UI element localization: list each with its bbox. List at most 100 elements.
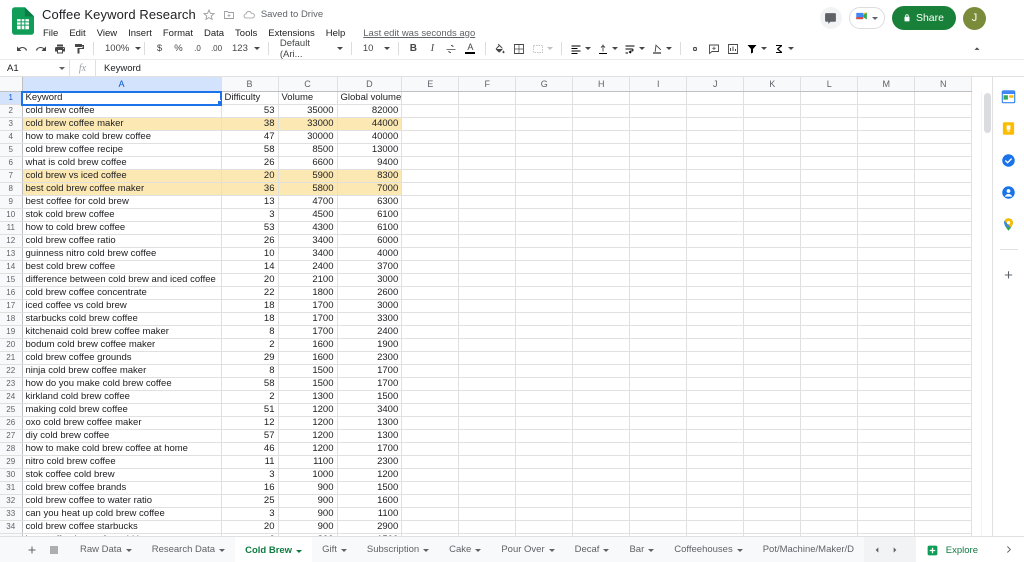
cell-L34[interactable] bbox=[800, 520, 859, 534]
cell-B3[interactable]: 38 bbox=[221, 117, 279, 131]
cell-D5[interactable]: 13000 bbox=[337, 143, 403, 157]
sheet-tab-menu-chevron-down-icon[interactable] bbox=[423, 548, 430, 552]
name-box[interactable]: A1 bbox=[0, 59, 70, 77]
cell-C33[interactable]: 900 bbox=[278, 507, 338, 521]
cell-H18[interactable] bbox=[572, 312, 631, 326]
cell-H23[interactable] bbox=[572, 377, 631, 391]
cell-A17[interactable]: iced coffee vs cold brew bbox=[22, 299, 222, 313]
cell-M33[interactable] bbox=[857, 507, 916, 521]
cell-A13[interactable]: guinness nitro cold brew coffee bbox=[22, 247, 222, 261]
sheet-tab-menu-chevron-down-icon[interactable] bbox=[603, 548, 610, 552]
spreadsheet-grid[interactable]: A B C D E F G H I J K L M N 1 Keyword Di… bbox=[0, 77, 992, 536]
cell-J31[interactable] bbox=[686, 481, 745, 495]
sheet-tab-menu-chevron-down-icon[interactable] bbox=[125, 548, 132, 552]
cell-E6[interactable] bbox=[401, 156, 460, 170]
cell-K28[interactable] bbox=[743, 442, 802, 456]
cell-B1[interactable]: Difficulty bbox=[221, 91, 279, 105]
sheet-tab-cake[interactable]: Cake bbox=[439, 537, 491, 562]
sheet-tab-decaf[interactable]: Decaf bbox=[565, 537, 620, 562]
cell-E3[interactable] bbox=[401, 117, 460, 131]
cell-F13[interactable] bbox=[458, 247, 517, 261]
cell-H19[interactable] bbox=[572, 325, 631, 339]
cell-M27[interactable] bbox=[857, 429, 916, 443]
cell-B4[interactable]: 47 bbox=[221, 130, 279, 144]
cell-J11[interactable] bbox=[686, 221, 745, 235]
cell-N20[interactable] bbox=[914, 338, 973, 352]
cell-C12[interactable]: 3400 bbox=[278, 234, 338, 248]
cell-B23[interactable]: 58 bbox=[221, 377, 279, 391]
cell-M32[interactable] bbox=[857, 494, 916, 508]
cell-I15[interactable] bbox=[629, 273, 688, 287]
row-header-28[interactable]: 28 bbox=[0, 442, 23, 456]
column-header-L[interactable]: L bbox=[800, 77, 859, 92]
cell-B13[interactable]: 10 bbox=[221, 247, 279, 261]
google-maps-icon[interactable] bbox=[1000, 215, 1018, 233]
cell-D29[interactable]: 2300 bbox=[337, 455, 403, 469]
sheet-tab-menu-chevron-down-icon[interactable] bbox=[648, 548, 655, 552]
cell-A4[interactable]: how to make cold brew coffee bbox=[22, 130, 222, 144]
insert-comment-icon[interactable] bbox=[705, 39, 724, 58]
cell-N12[interactable] bbox=[914, 234, 973, 248]
cell-J19[interactable] bbox=[686, 325, 745, 339]
cell-H8[interactable] bbox=[572, 182, 631, 196]
cell-L9[interactable] bbox=[800, 195, 859, 209]
cell-I7[interactable] bbox=[629, 169, 688, 183]
cell-L14[interactable] bbox=[800, 260, 859, 274]
cell-H6[interactable] bbox=[572, 156, 631, 170]
cell-F14[interactable] bbox=[458, 260, 517, 274]
cell-G31[interactable] bbox=[515, 481, 574, 495]
cell-L33[interactable] bbox=[800, 507, 859, 521]
cell-D20[interactable]: 1900 bbox=[337, 338, 403, 352]
cell-M7[interactable] bbox=[857, 169, 916, 183]
cell-F34[interactable] bbox=[458, 520, 517, 534]
google-sheets-logo-icon[interactable] bbox=[10, 5, 36, 37]
row-header-5[interactable]: 5 bbox=[0, 143, 23, 157]
cell-A1[interactable]: Keyword bbox=[21, 90, 222, 106]
cell-E29[interactable] bbox=[401, 455, 460, 469]
cell-M17[interactable] bbox=[857, 299, 916, 313]
cell-G8[interactable] bbox=[515, 182, 574, 196]
cell-E24[interactable] bbox=[401, 390, 460, 404]
cell-L2[interactable] bbox=[800, 104, 859, 118]
cell-D31[interactable]: 1500 bbox=[337, 481, 403, 495]
cell-E31[interactable] bbox=[401, 481, 460, 495]
cell-K6[interactable] bbox=[743, 156, 802, 170]
cell-A26[interactable]: oxo cold brew coffee maker bbox=[22, 416, 222, 430]
functions-sigma-icon[interactable] bbox=[770, 39, 797, 58]
more-formats-button[interactable]: 123 bbox=[226, 39, 263, 58]
cell-G23[interactable] bbox=[515, 377, 574, 391]
cell-J20[interactable] bbox=[686, 338, 745, 352]
cell-A15[interactable]: difference between cold brew and iced co… bbox=[22, 273, 222, 287]
cell-A2[interactable]: cold brew coffee bbox=[22, 104, 222, 118]
cell-I27[interactable] bbox=[629, 429, 688, 443]
cell-K25[interactable] bbox=[743, 403, 802, 417]
row-header-9[interactable]: 9 bbox=[0, 195, 23, 209]
cell-A29[interactable]: nitro cold brew coffee bbox=[22, 455, 222, 469]
cell-N8[interactable] bbox=[914, 182, 973, 196]
cell-E15[interactable] bbox=[401, 273, 460, 287]
cell-G22[interactable] bbox=[515, 364, 574, 378]
cell-A27[interactable]: diy cold brew coffee bbox=[22, 429, 222, 443]
cell-L4[interactable] bbox=[800, 130, 859, 144]
cell-F8[interactable] bbox=[458, 182, 517, 196]
cell-K23[interactable] bbox=[743, 377, 802, 391]
cell-F31[interactable] bbox=[458, 481, 517, 495]
cell-K34[interactable] bbox=[743, 520, 802, 534]
cell-G1[interactable] bbox=[515, 91, 574, 105]
cell-B26[interactable]: 12 bbox=[221, 416, 279, 430]
cell-J30[interactable] bbox=[686, 468, 745, 482]
cell-C16[interactable]: 1800 bbox=[278, 286, 338, 300]
cell-L15[interactable] bbox=[800, 273, 859, 287]
cell-J6[interactable] bbox=[686, 156, 745, 170]
cell-E17[interactable] bbox=[401, 299, 460, 313]
cell-B33[interactable]: 3 bbox=[221, 507, 279, 521]
collapse-toolbar-icon[interactable] bbox=[968, 40, 986, 58]
sheet-tab-research-data[interactable]: Research Data bbox=[142, 537, 235, 562]
cell-K4[interactable] bbox=[743, 130, 802, 144]
cell-G24[interactable] bbox=[515, 390, 574, 404]
cell-H33[interactable] bbox=[572, 507, 631, 521]
chevron-down-icon[interactable] bbox=[59, 66, 65, 70]
cell-E14[interactable] bbox=[401, 260, 460, 274]
cell-L30[interactable] bbox=[800, 468, 859, 482]
cell-B25[interactable]: 51 bbox=[221, 403, 279, 417]
